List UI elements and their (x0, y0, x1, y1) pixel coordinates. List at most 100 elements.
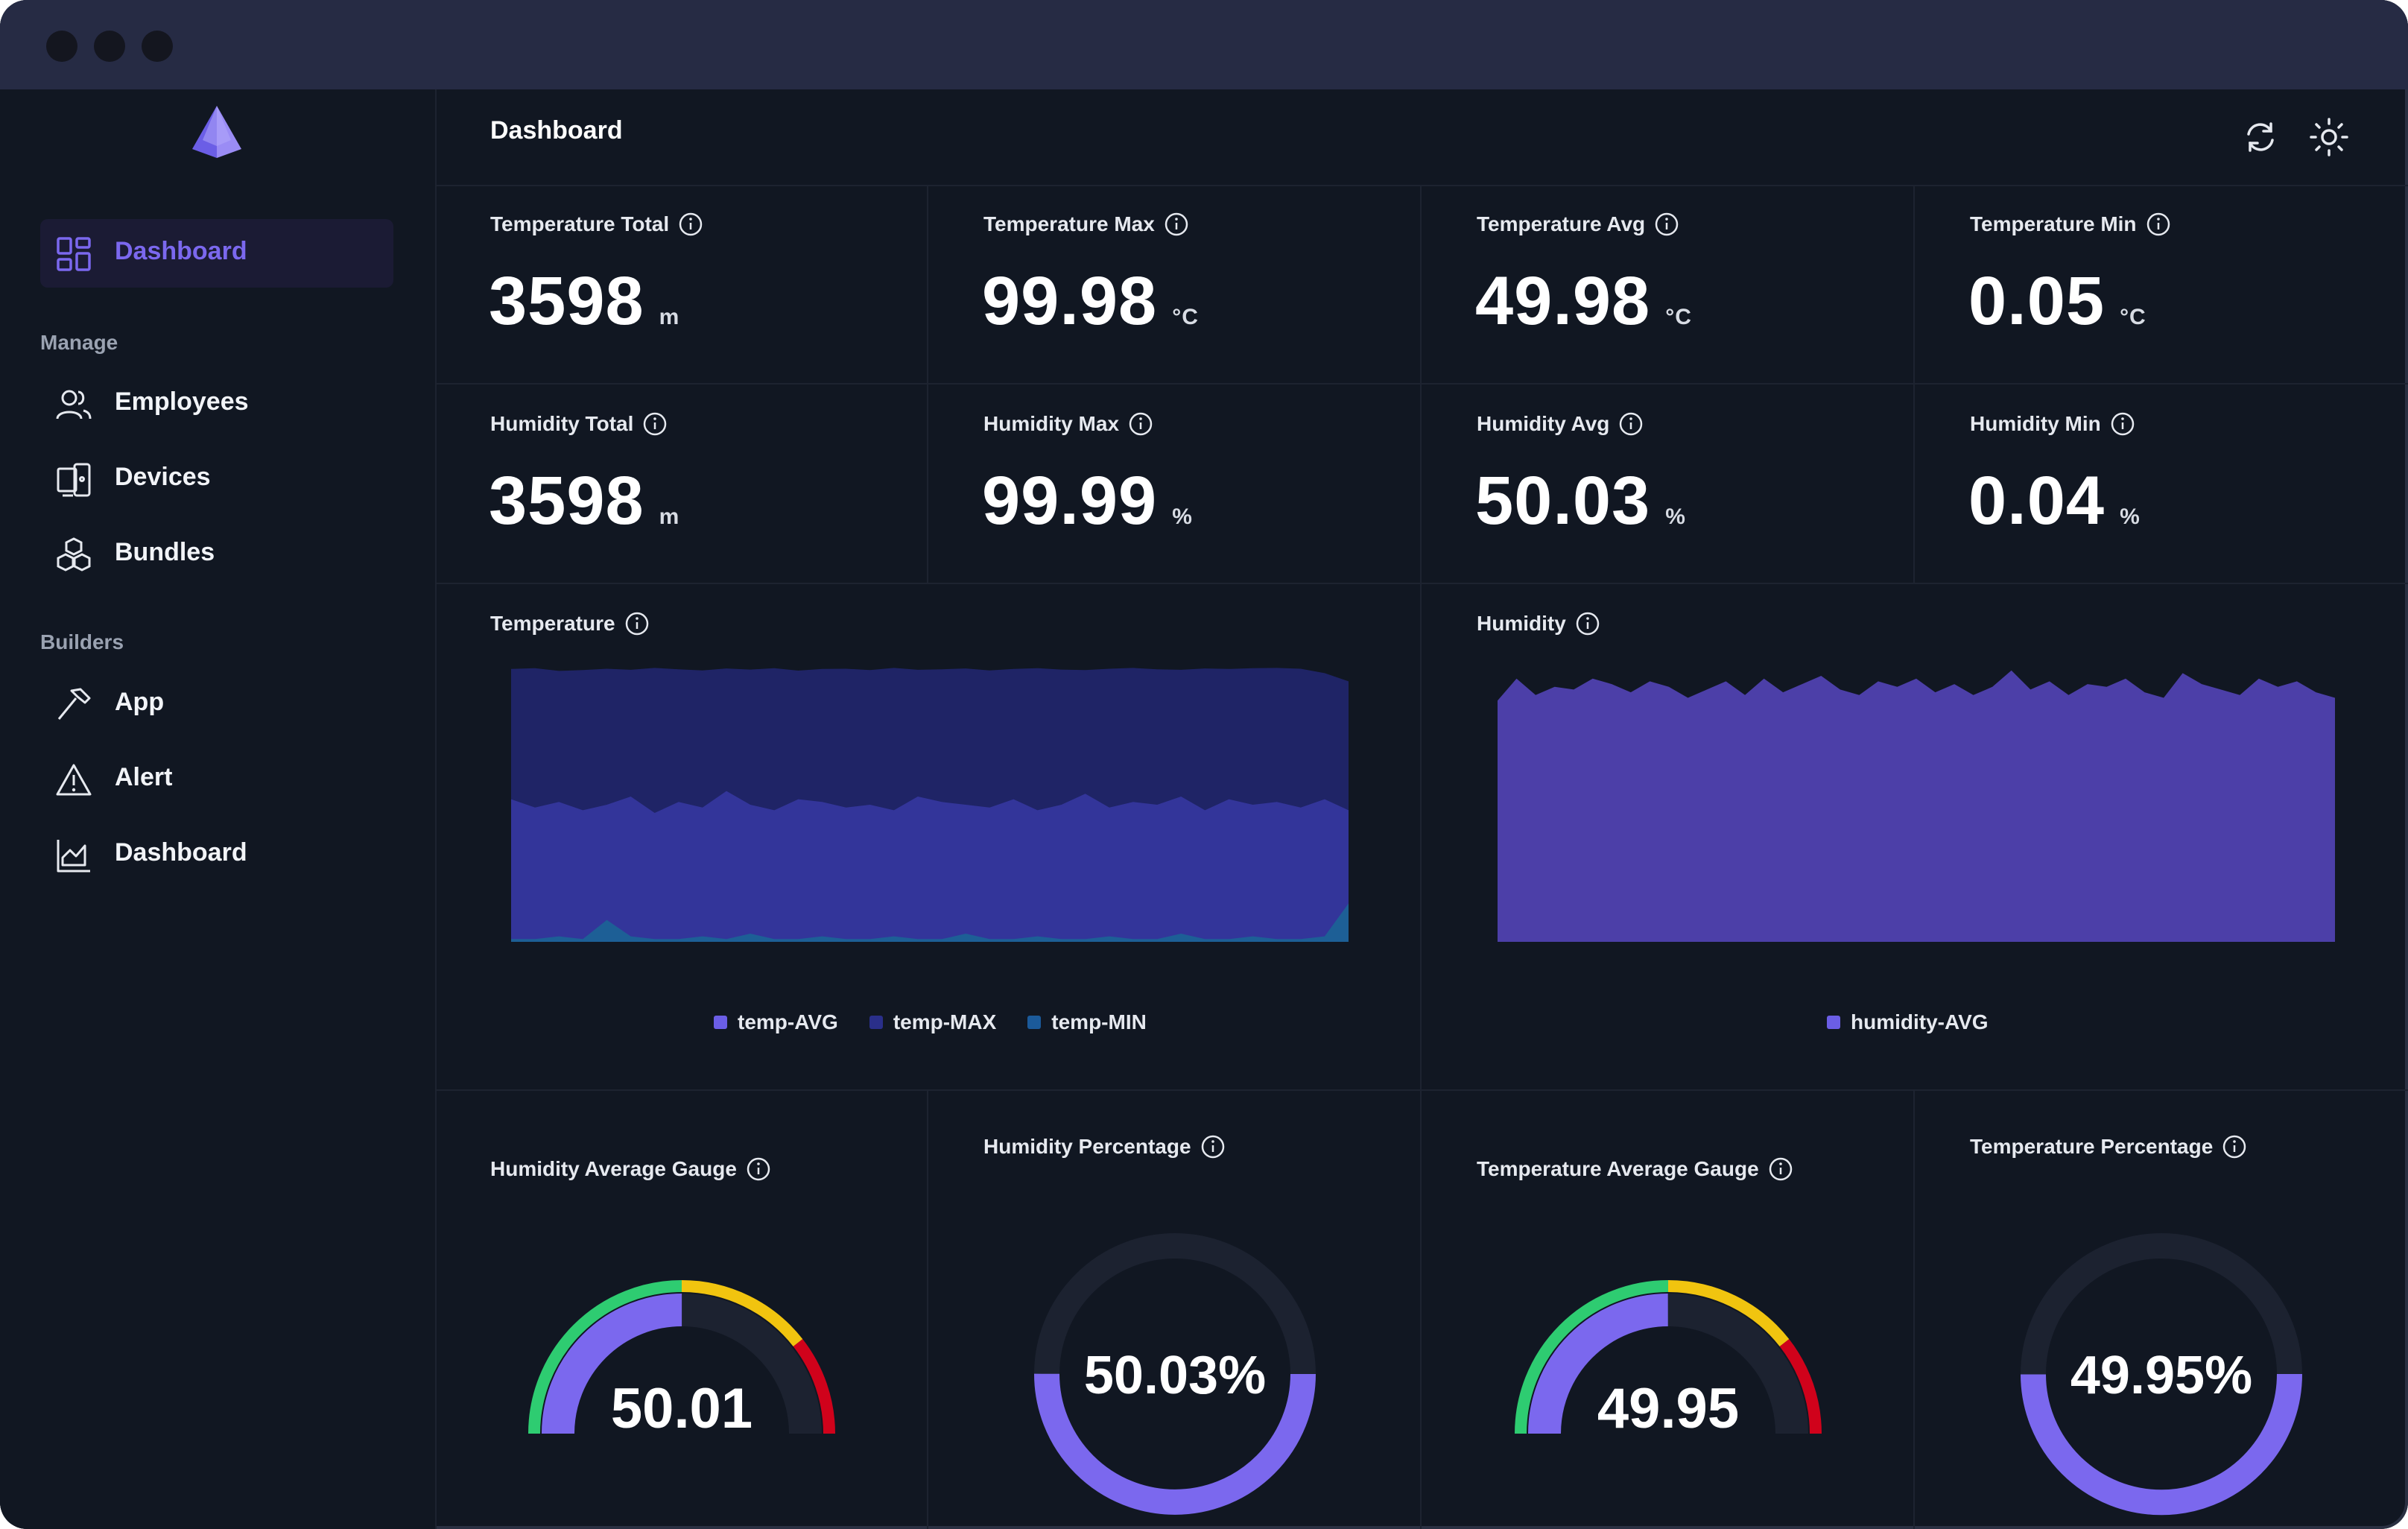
ring-value-text: 50.03% (1084, 1346, 1266, 1405)
minimize-window-button[interactable] (94, 31, 125, 62)
info-icon[interactable] (678, 212, 703, 237)
stat-title: Humidity Max (983, 412, 1120, 435)
info-icon[interactable] (1128, 411, 1153, 437)
info-icon[interactable] (1164, 212, 1189, 237)
stat-card-temperature-min: Temperature Min 0.05 °C (1915, 185, 2408, 384)
info-icon[interactable] (1200, 1134, 1226, 1159)
legend-label: temp-MAX (893, 1010, 997, 1033)
gauge-value-text: 49.95 (1597, 1377, 1739, 1440)
page-header: Dashboard (435, 89, 2408, 186)
sidebar-item-label: Bundles (115, 538, 215, 566)
info-icon[interactable] (1654, 212, 1679, 237)
stat-unit: % (2120, 504, 2141, 529)
stat-title: Temperature Min (1970, 212, 2137, 235)
stat-unit: % (1172, 504, 1193, 529)
temperature-legend: temp-AVG temp-MAX temp-MIN (714, 1010, 1147, 1034)
sidebar-item-employees[interactable]: Employees (40, 370, 393, 438)
info-icon[interactable] (1618, 411, 1644, 437)
stat-unit: °C (2120, 305, 2146, 329)
info-icon[interactable] (2110, 411, 2135, 437)
stat-value: 99.99 (982, 463, 1158, 539)
stat-card-humidity-total: Humidity Total 3598 m (435, 384, 928, 584)
humidity-percentage-ring: 50.03% (1034, 1233, 1316, 1515)
stat-card-temperature-avg: Temperature Avg 49.98 °C (1422, 185, 1915, 384)
temperature-percentage-card: Temperature Percentage 49.95% (1915, 1091, 2408, 1529)
hammer-icon (57, 688, 91, 720)
humidity-average-gauge-card: Humidity Average Gauge 50.01 (435, 1091, 928, 1529)
stat-value: 3598 (489, 463, 644, 539)
sidebar-item-label: Devices (115, 463, 211, 491)
main-content: Dashboard Temperature Total 3598 m Tempe… (435, 89, 2408, 1529)
stat-unit: % (1665, 504, 1686, 529)
users-icon (56, 390, 92, 420)
legend-label: temp-MIN (1051, 1010, 1147, 1033)
stat-card-humidity-min: Humidity Min 0.04% (1915, 384, 2408, 584)
page-title: Dashboard (490, 116, 623, 145)
stat-title: Humidity Total (490, 412, 634, 435)
humidity-legend: humidity-AVG (1827, 1010, 1989, 1034)
legend-item-temp-max[interactable]: temp-MAX (869, 1010, 996, 1034)
legend-item-temp-min[interactable]: temp-MIN (1027, 1010, 1147, 1034)
sidebar-item-label: Employees (115, 387, 249, 416)
chart-line-icon (57, 840, 90, 873)
sidebar-item-dashboard[interactable]: Dashboard (40, 219, 393, 288)
stat-card-humidity-max: Humidity Max 99.99% (928, 384, 1422, 584)
stat-value: 0.05 (1968, 263, 2106, 339)
stat-title: Temperature Max (983, 212, 1155, 235)
sidebar-item-alert[interactable]: Alert (40, 745, 393, 814)
sidebar: Dashboard Manage Employees Devices Bundl… (0, 89, 437, 1529)
stat-title: Temperature Avg (1477, 212, 1646, 235)
sidebar-item-label: Dashboard (115, 838, 247, 867)
layout-grid-icon (57, 237, 91, 271)
sidebar-item-bundles[interactable]: Bundles (40, 520, 393, 589)
humidity-area-chart (1498, 670, 2335, 942)
refresh-icon[interactable] (2240, 116, 2281, 158)
stat-title: Humidity Min (1970, 412, 2101, 435)
sidebar-item-label: App (115, 688, 165, 716)
legend-label: temp-AVG (738, 1010, 838, 1033)
info-icon[interactable] (2146, 212, 2171, 237)
info-icon[interactable] (1768, 1156, 1793, 1182)
sun-icon[interactable] (2308, 116, 2350, 158)
temperature-percentage-ring: 49.95% (2021, 1233, 2302, 1516)
stat-title: Temperature Total (490, 212, 670, 235)
section-label-builders: Builders (40, 630, 124, 653)
sidebar-item-label: Alert (115, 763, 173, 791)
stat-card-temperature-max: Temperature Max 99.98 °C (928, 185, 1422, 384)
gauge-value-text: 50.01 (611, 1377, 752, 1440)
info-icon[interactable] (624, 611, 650, 636)
stat-title: Humidity Avg (1477, 412, 1610, 435)
info-icon[interactable] (746, 1156, 771, 1182)
legend-swatch (714, 1016, 727, 1029)
temperature-average-gauge: 49.95 (1515, 1280, 1822, 1440)
bundles-icon (57, 537, 91, 572)
info-icon[interactable] (1575, 611, 1600, 636)
temperature-area-chart (511, 668, 1349, 942)
gauge-title: Temperature Percentage (1970, 1135, 2214, 1158)
temperature-average-gauge-card: Temperature Average Gauge 49.95 (1422, 1091, 1915, 1529)
legend-item-humidity-avg[interactable]: humidity-AVG (1827, 1010, 1989, 1034)
humidity-percentage-card: Humidity Percentage 50.03% (928, 1091, 1422, 1529)
stat-value: 99.98 (982, 263, 1158, 339)
stat-value: 3598 (489, 263, 644, 339)
gauge-title: Humidity Average Gauge (490, 1157, 737, 1180)
legend-swatch (1827, 1016, 1840, 1029)
legend-swatch (869, 1016, 883, 1029)
sidebar-item-devices[interactable]: Devices (40, 445, 393, 513)
title-bar (0, 0, 2408, 89)
stat-card-humidity-avg: Humidity Avg 50.03% (1422, 384, 1915, 584)
maximize-window-button[interactable] (142, 31, 173, 62)
info-icon[interactable] (642, 411, 668, 437)
close-window-button[interactable] (46, 31, 77, 62)
stat-value: 0.04 (1968, 463, 2106, 539)
info-icon[interactable] (2222, 1134, 2247, 1159)
chart-title: Temperature (490, 612, 615, 635)
gauge-title: Temperature Average Gauge (1477, 1157, 1759, 1180)
gauge-title: Humidity Percentage (983, 1135, 1191, 1158)
legend-item-temp-avg[interactable]: temp-AVG (714, 1010, 838, 1034)
stat-value: 50.03 (1475, 463, 1651, 539)
ring-value-text: 49.95% (2070, 1346, 2252, 1405)
sidebar-item-app[interactable]: App (40, 670, 393, 738)
humidity-chart-card: Humidity humidity-AVG (1422, 584, 2408, 1091)
sidebar-item-dashboard-builder[interactable]: Dashboard (40, 820, 393, 889)
